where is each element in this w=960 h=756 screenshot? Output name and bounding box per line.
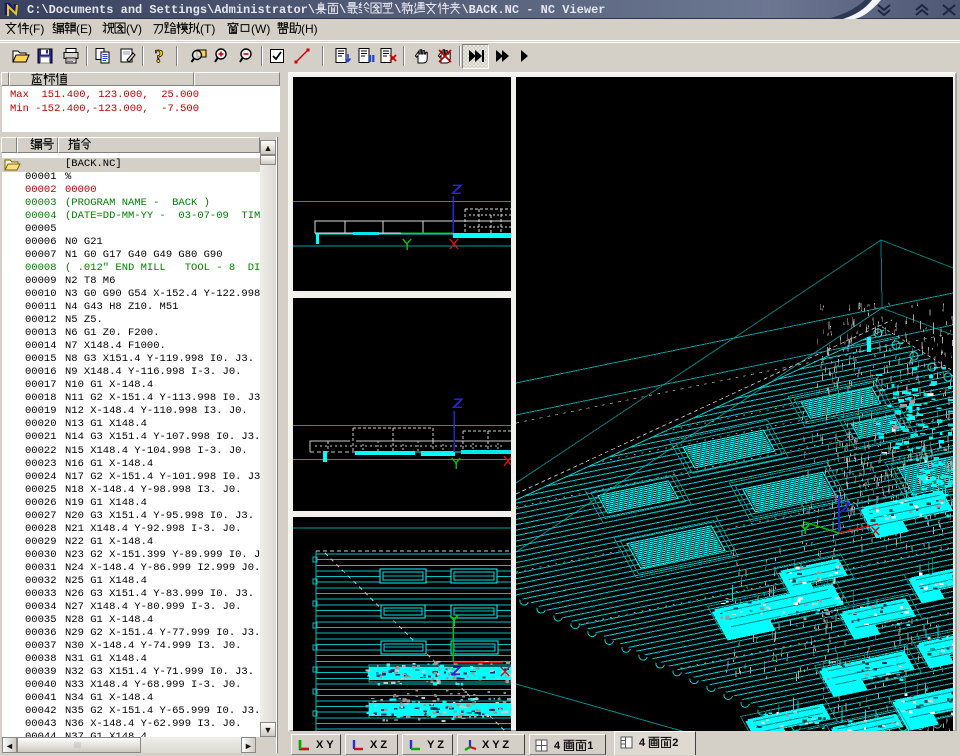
svg-text:?: ? xyxy=(154,47,164,67)
